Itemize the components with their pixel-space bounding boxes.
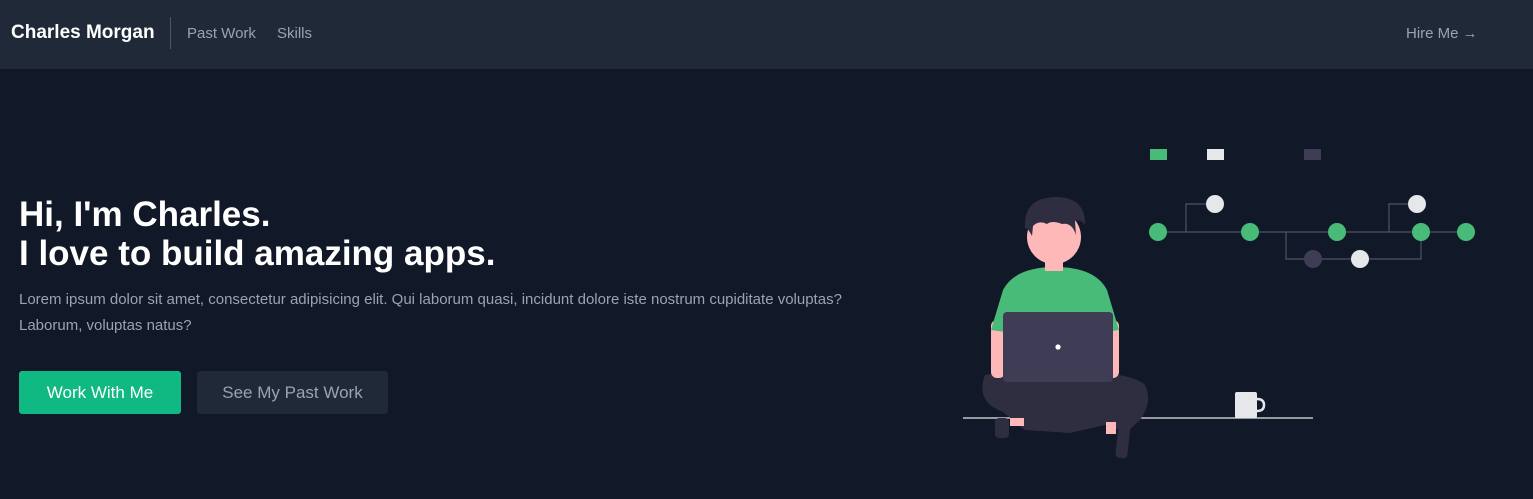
network-diagram xyxy=(1149,149,1475,268)
hire-me-link[interactable]: Hire Me → xyxy=(1406,25,1478,42)
arrow-right-icon: → xyxy=(1462,25,1478,42)
work-with-me-button[interactable]: Work With Me xyxy=(19,371,181,414)
person-with-laptop-illustration xyxy=(963,149,1475,459)
nav-link-skills[interactable]: Skills xyxy=(277,25,312,42)
hero-title-line2: I love to build amazing apps. xyxy=(19,234,496,273)
hero-description: Lorem ipsum dolor sit amet, consectetur … xyxy=(19,291,842,334)
mug xyxy=(1235,392,1266,418)
brand-name[interactable]: Charles Morgan xyxy=(11,22,155,44)
legend-square-light xyxy=(1207,149,1224,160)
nav-divider xyxy=(170,17,171,49)
legend-square-green xyxy=(1150,149,1167,160)
navbar: Charles Morgan Past Work Skills Hire Me → xyxy=(0,0,1533,69)
hero-title: Hi, I'm Charles. I love to build amazing… xyxy=(19,195,495,273)
hire-me-label: Hire Me xyxy=(1406,25,1459,42)
nav-link-past-work[interactable]: Past Work xyxy=(187,25,256,42)
person xyxy=(982,197,1149,459)
see-past-work-button[interactable]: See My Past Work xyxy=(197,371,388,414)
hero-title-line1: Hi, I'm Charles. xyxy=(19,195,271,234)
legend-square-dark xyxy=(1304,149,1321,160)
